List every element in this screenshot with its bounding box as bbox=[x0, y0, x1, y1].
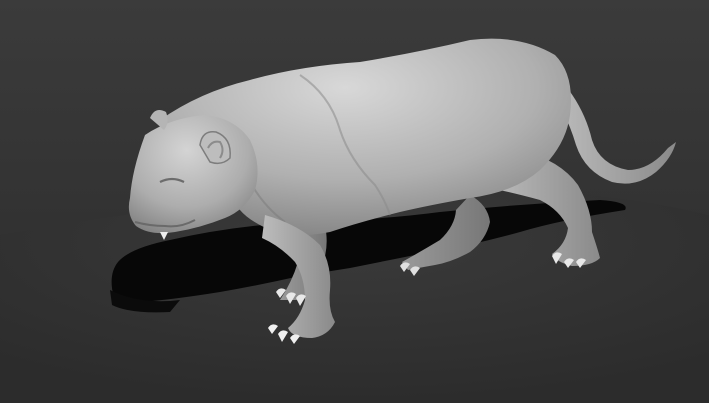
render-viewport[interactable] bbox=[0, 0, 709, 403]
scene-canvas bbox=[0, 0, 709, 403]
